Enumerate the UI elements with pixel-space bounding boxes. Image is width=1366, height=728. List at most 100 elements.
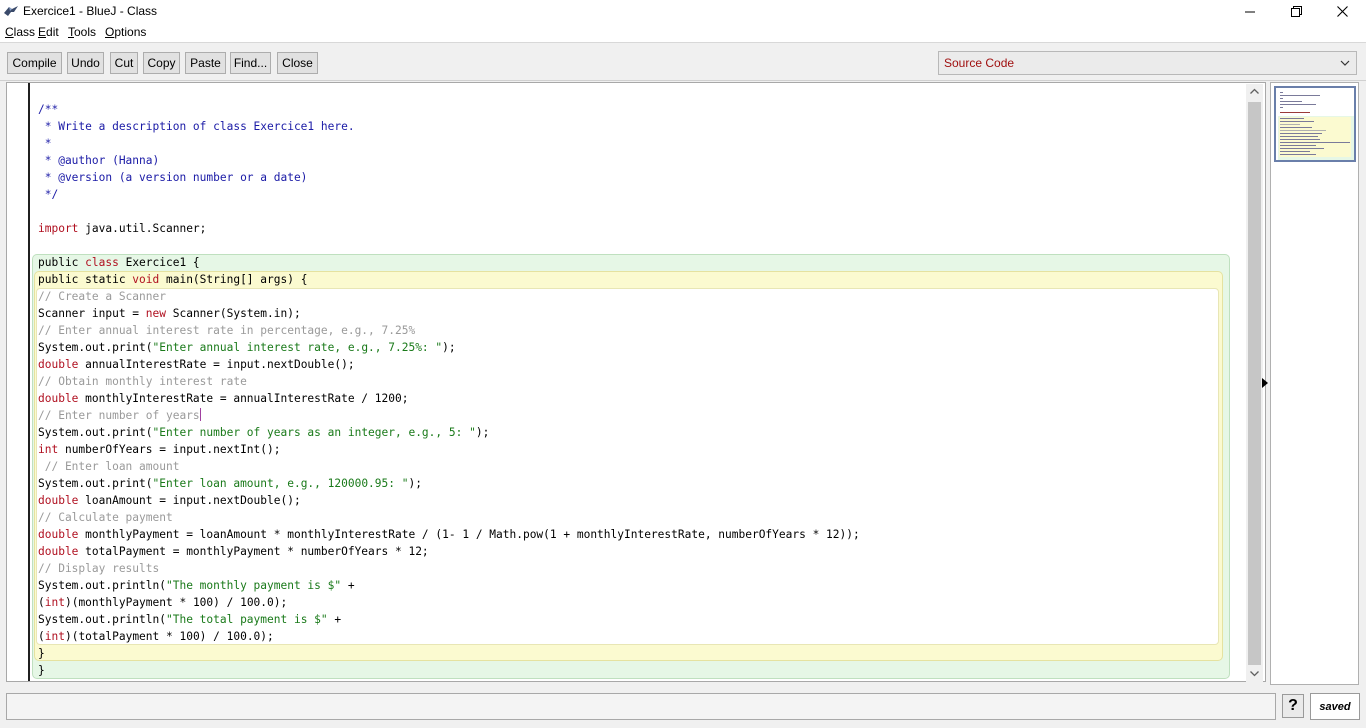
keyword: double [38, 528, 79, 541]
code-line: double annualInterestRate = input.nextDo… [38, 356, 355, 373]
string-literal: "The total payment is $" [165, 613, 328, 626]
find-button[interactable]: Find... [230, 52, 271, 74]
keyword: void [132, 273, 160, 286]
menu-tools[interactable]: Tools [68, 25, 96, 39]
keyword: import [38, 222, 79, 235]
code-editor[interactable]: /** * Write a description of class Exerc… [6, 82, 1266, 682]
undo-button[interactable]: Undo [67, 52, 104, 74]
scrollbar-thumb[interactable] [1248, 102, 1261, 665]
menu-class-mnemonic: C [5, 25, 14, 39]
status-bar: ? saved [0, 688, 1366, 728]
code-text: + [327, 613, 342, 626]
code-line: /** [38, 103, 59, 116]
menu-edit[interactable]: Edit [38, 25, 59, 39]
scroll-down-icon[interactable] [1249, 668, 1260, 679]
code-text: )(totalPayment * 100) / 100.0); [64, 630, 274, 643]
navigation-view[interactable] [1270, 82, 1359, 685]
code-text: ); [475, 426, 490, 439]
nav-line [1280, 95, 1320, 96]
code-text: monthlyInterestRate = annualInterestRate… [78, 392, 409, 405]
string-literal: "Enter loan amount, e.g., 120000.95: " [152, 477, 409, 490]
view-selector[interactable]: Source Code [938, 51, 1357, 75]
code-text: System.out.println( [38, 613, 166, 626]
code-line: * Write a description of class Exercice1… [38, 120, 355, 133]
code-line: } [38, 664, 45, 677]
help-button[interactable]: ? [1282, 694, 1304, 718]
code-text: annualInterestRate = input.nextDouble(); [78, 358, 355, 371]
minimize-icon [1245, 11, 1255, 12]
code-text: public static [38, 273, 133, 286]
close-button[interactable]: Close [277, 52, 318, 74]
nav-line [1280, 139, 1320, 140]
saved-status: saved [1310, 693, 1360, 720]
code-text: ( [38, 596, 45, 609]
minimize-button[interactable] [1227, 0, 1273, 23]
restore-button[interactable] [1273, 0, 1319, 23]
code-line: // Display results [38, 562, 160, 575]
compile-button[interactable]: Compile [7, 52, 62, 74]
code-text: System.out.print( [38, 341, 153, 354]
menu-options-label: ptions [114, 25, 147, 39]
code-text: public [38, 256, 86, 269]
code-line: } [38, 647, 45, 660]
nav-line [1280, 98, 1283, 99]
code-line: int numberOfYears = input.nextInt(); [38, 441, 281, 458]
code-text: main(String[] args) { [159, 273, 308, 286]
window-title: Exercice1 - BlueJ - Class [23, 4, 158, 18]
keyword: class [85, 256, 119, 269]
menu-class-label: lass [13, 25, 36, 39]
code-text: java.util.Scanner; [78, 222, 207, 235]
menu-edit-label: dit [46, 25, 59, 39]
string-literal: "The monthly payment is $" [165, 579, 342, 592]
nav-view-thumbnail[interactable] [1274, 86, 1356, 162]
nav-line [1280, 124, 1300, 125]
text-cursor [199, 408, 201, 421]
collapse-navview-icon[interactable] [1262, 378, 1268, 388]
vertical-scrollbar[interactable] [1246, 84, 1263, 682]
copy-button[interactable]: Copy [143, 52, 180, 74]
menu-edit-mnemonic: E [38, 25, 47, 39]
code-line: System.out.println("The monthly payment … [38, 577, 355, 594]
code-line: double monthlyPayment = loanAmount * mon… [38, 526, 860, 543]
code-line: * @version (a version number or a date) [38, 171, 308, 184]
chevron-down-icon [1340, 60, 1350, 66]
code-line: (int)(totalPayment * 100) / 100.0); [38, 628, 274, 645]
menu-class[interactable]: Class [5, 25, 35, 39]
nav-line [1280, 148, 1324, 149]
code-line: * @author (Hanna) [38, 154, 160, 167]
code-text: ); [442, 341, 456, 354]
nav-line [1280, 142, 1350, 143]
code-text: )(monthlyPayment * 100) / 100.0); [64, 596, 288, 609]
code-line: System.out.println("The total payment is… [38, 611, 341, 628]
code-line: (int)(monthlyPayment * 100) / 100.0); [38, 594, 287, 611]
code-text: monthlyPayment = loanAmount * monthlyInt… [78, 528, 860, 541]
scroll-up-icon[interactable] [1249, 86, 1260, 97]
nav-line [1280, 127, 1312, 128]
code-line: double monthlyInterestRate = annualInter… [38, 390, 408, 407]
keyword: int [44, 630, 65, 643]
menu-options[interactable]: Options [105, 25, 146, 39]
code-line: double loanAmount = input.nextDouble(); [38, 492, 301, 509]
code-text: // Enter number of years [38, 409, 200, 422]
code-line: System.out.print("Enter annual interest … [38, 339, 456, 356]
code-line: System.out.print("Enter number of years … [38, 424, 489, 441]
code-text: Exercice1 { [118, 256, 200, 269]
code-line: * [38, 137, 52, 150]
nav-line [1280, 136, 1318, 137]
code-line: // Enter loan amount [38, 460, 180, 473]
view-selector-value: Source Code [944, 56, 1015, 70]
keyword: double [38, 392, 79, 405]
nav-line [1280, 118, 1304, 119]
code-text: ); [408, 477, 422, 490]
paste-button[interactable]: Paste [185, 52, 226, 74]
code-line: // Create a Scanner [38, 290, 166, 303]
menu-bar: Class Edit Tools Options [0, 23, 1366, 43]
toolbar: Compile Undo Cut Copy Paste Find... Clos… [0, 44, 1366, 81]
code-text: Scanner input = [38, 307, 146, 320]
keyword: int [44, 596, 65, 609]
code-text: Scanner(System.in); [166, 307, 301, 320]
nav-line [1280, 121, 1314, 122]
nav-line [1280, 133, 1322, 134]
cut-button[interactable]: Cut [110, 52, 138, 74]
close-window-button[interactable] [1319, 0, 1365, 23]
